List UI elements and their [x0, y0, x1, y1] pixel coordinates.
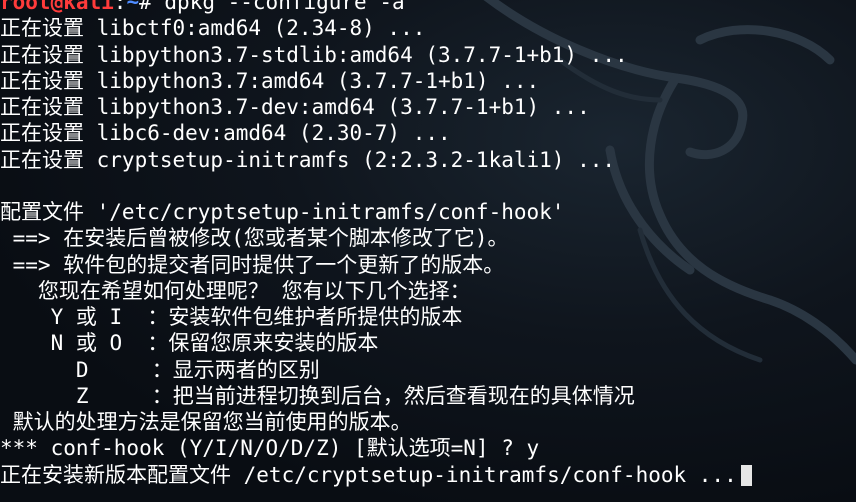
- output-line: 正在安装新版本配置文件 /etc/cryptsetup-initramfs/co…: [0, 462, 856, 488]
- output-line: *** conf-hook (Y/I/N/O/D/Z) [默认选项=N] ? y: [0, 436, 540, 461]
- output-line: 您现在希望如何处理呢？ 您有以下几个选择：: [0, 278, 471, 303]
- output-line: 正在设置 libpython3.7-dev:amd64 (3.7.7-1+b1)…: [0, 95, 590, 119]
- output-line: 正在设置 libc6-dev:amd64 (2.30-7) ...: [0, 121, 451, 146]
- output-line: 正在设置 cryptsetup-initramfs (2:2.3.2-1kali…: [0, 147, 616, 172]
- prompt-line: root@kali:~# dpkg --configure -a: [0, 0, 856, 15]
- output-line: N 或 O ：保留您原来安装的版本: [0, 331, 379, 356]
- output-line: ==> 在安装后曾被修改(您或者某个脚本修改了它)。: [0, 226, 509, 251]
- output-line: Z ：把当前进程切换到后台，然后查看现在的具体情况: [0, 383, 635, 408]
- output-line-text: 正在安装新版本配置文件 /etc/cryptsetup-initramfs/co…: [0, 462, 737, 487]
- prompt-symbol: #: [139, 0, 152, 14]
- output-line-blank: [0, 173, 856, 199]
- command-text: dpkg --configure -a: [151, 0, 405, 14]
- output-line: 配置文件 '/etc/cryptsetup-initramfs/conf-hoo…: [0, 200, 565, 224]
- output-line: 正在设置 libpython3.7-stdlib:amd64 (3.7.7-1+…: [0, 42, 628, 67]
- prompt-separator: :: [113, 0, 127, 14]
- terminal-window[interactable]: root@kali:~# dpkg --configure -a 正在设置 li…: [0, 0, 856, 502]
- prompt-path: ~: [126, 0, 140, 14]
- output-line: 正在设置 libctf0:amd64 (2.34-8) ...: [0, 16, 426, 41]
- output-line: D ：显示两者的区别: [0, 357, 320, 382]
- output-line: 默认的处理方法是保留您当前使用的版本。: [0, 410, 412, 434]
- prompt-user: root@kali: [0, 0, 114, 14]
- terminal-cursor-icon: [740, 464, 752, 486]
- terminal-output: root@kali:~# dpkg --configure -a 正在设置 li…: [0, 0, 856, 488]
- output-line: ==> 软件包的提交者同时提供了一个更新了的版本。: [0, 252, 505, 277]
- output-line: Y 或 I ：安装软件包维护者所提供的版本: [0, 305, 463, 329]
- output-line: 正在设置 libpython3.7:amd64 (3.7.7-1+b1) ...: [0, 68, 540, 93]
